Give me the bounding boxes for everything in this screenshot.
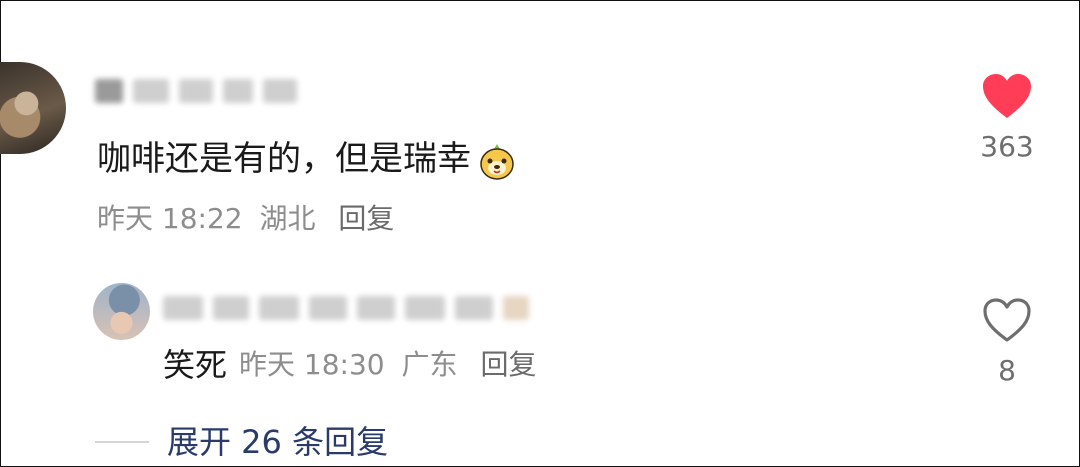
comment-location: 湖北: [259, 202, 316, 235]
reply-location: 广东: [401, 348, 458, 381]
heart-outline-icon: [981, 296, 1033, 348]
reply-meta: 昨天 18:30 广东 回复: [239, 347, 536, 383]
comment-text: 咖啡还是有的，但是瑞幸: [97, 136, 517, 182]
comment-like-count: 363: [980, 130, 1034, 163]
commenter-username-blurred[interactable]: [95, 76, 297, 106]
expand-replies[interactable]: 展开 26 条回复: [95, 422, 388, 462]
expand-divider-line: [95, 441, 149, 443]
replier-avatar[interactable]: [93, 283, 150, 340]
bear-sticker-icon: [477, 141, 517, 181]
comment-text-content: 咖啡还是有的，但是瑞幸: [97, 139, 471, 179]
reply-like-button[interactable]: 8: [972, 296, 1042, 388]
comment-reply-button[interactable]: 回复: [338, 202, 394, 235]
reply-row: 笑死 昨天 18:30 广东 回复: [163, 345, 536, 385]
comment-like-button[interactable]: 363: [972, 72, 1042, 164]
comment-meta: 昨天 18:22 湖北 回复: [97, 201, 394, 237]
reply-like-count: 8: [998, 354, 1016, 387]
reply-timestamp: 昨天 18:30: [239, 348, 385, 381]
heart-filled-icon: [981, 72, 1033, 124]
comment-timestamp: 昨天 18:22: [97, 202, 243, 235]
reply-reply-button[interactable]: 回复: [480, 348, 536, 381]
expand-replies-label[interactable]: 展开 26 条回复: [167, 422, 388, 462]
replier-username-blurred[interactable]: [163, 293, 529, 323]
reply-text: 笑死: [163, 346, 228, 384]
